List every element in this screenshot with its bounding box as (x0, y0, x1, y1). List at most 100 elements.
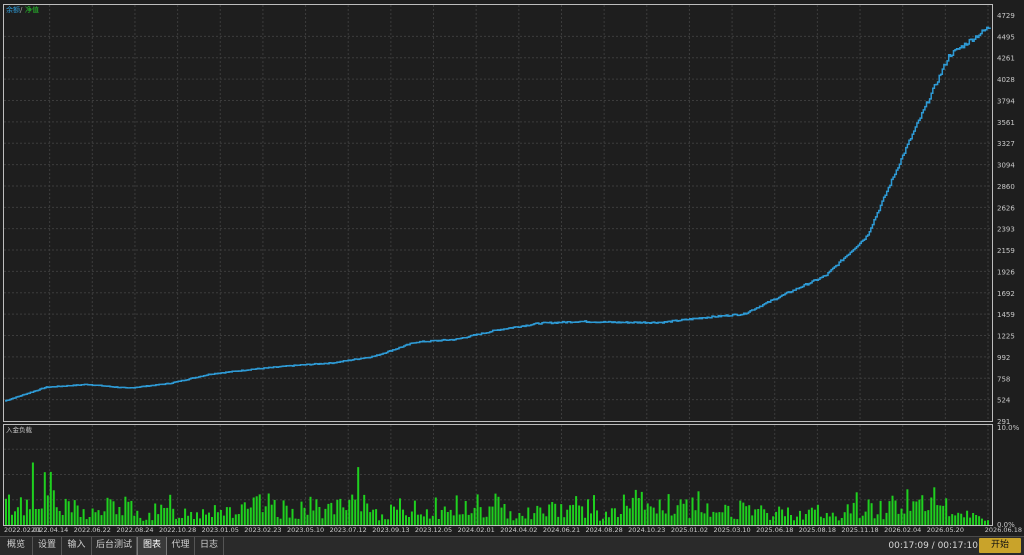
deposit-load-bar (718, 512, 721, 525)
deposit-load-bar (619, 514, 622, 525)
tab-backtest[interactable]: 后台测试 (92, 537, 137, 555)
deposit-load-bar (202, 509, 204, 525)
deposit-load-bar (903, 513, 906, 525)
deposit-load-bar (88, 517, 91, 525)
deposit-load-bar (282, 500, 285, 525)
deposit-load-bar (870, 503, 873, 525)
deposit-load-bar (515, 518, 518, 525)
tab-journal[interactable]: 日志 (195, 537, 224, 555)
x-tick-label: 2024.04.02 (500, 526, 537, 534)
x-tick-label: 2023.01.05 (202, 526, 239, 534)
deposit-load-bar (781, 509, 784, 525)
deposit-load-bar (437, 519, 440, 525)
tab-agents[interactable]: 代理 (167, 537, 195, 555)
deposit-load-bar (249, 507, 252, 525)
tab-overview[interactable]: 概览 (0, 537, 33, 555)
deposit-load-bar (634, 489, 637, 525)
start-button[interactable]: 开始 (979, 538, 1021, 553)
deposit-load-bar (819, 516, 822, 525)
deposit-load-bar (790, 515, 792, 525)
deposit-load-bar (590, 513, 592, 525)
deposit-load-bar (211, 517, 213, 525)
deposit-load-bar (882, 519, 885, 525)
deposit-load-bar (464, 501, 467, 525)
deposit-load-bar (646, 503, 649, 525)
deposit-load-bar (864, 511, 867, 525)
deposit-load-bar (697, 491, 700, 525)
tab-settings[interactable]: 设置 (33, 537, 62, 555)
deposit-load-bar (154, 503, 157, 525)
deposit-load-bar (61, 515, 64, 525)
deposit-load-bar (55, 507, 58, 525)
deposit-load-bar (73, 500, 76, 525)
y-tick-label: 2393 (997, 226, 1015, 234)
deposit-load-bar (778, 506, 781, 525)
deposit-load-bar (951, 514, 954, 525)
deposit-load-bar (279, 518, 282, 525)
deposit-load-bar (118, 507, 121, 525)
deposit-load-bar (351, 494, 354, 525)
deposit-load-bar (336, 499, 339, 525)
deposit-load-bar (243, 502, 246, 525)
deposit-load-bar (661, 510, 664, 525)
deposit-load-bar (631, 497, 634, 525)
deposit-load-bar (94, 512, 97, 525)
deposit-load-bar (264, 506, 267, 525)
x-tick-label: 2023.12.05 (415, 526, 452, 534)
deposit-load-bar (405, 515, 407, 525)
deposit-load-bar (542, 513, 545, 525)
deposit-load-bar (664, 513, 667, 525)
deposit-load-bar (891, 495, 894, 525)
deposit-load-bar (861, 515, 864, 525)
deposit-load-bar (524, 518, 527, 525)
y-tick-label: 1459 (997, 311, 1015, 319)
deposit-load-bar (945, 498, 948, 525)
deposit-load-bar (963, 517, 966, 525)
deposit-load-bar (100, 515, 103, 525)
deposit-load-bar (858, 518, 861, 525)
deposit-load-bar (885, 512, 888, 525)
deposit-load-bar (533, 513, 536, 525)
deposit-load-bar (643, 509, 646, 525)
tab-graph[interactable]: 图表 (137, 537, 167, 555)
deposit-load-bar (557, 516, 560, 525)
deposit-load-bar (655, 513, 658, 525)
y-tick-label: 1692 (997, 290, 1015, 298)
deposit-load-bar (987, 520, 989, 525)
deposit-load-bar (428, 518, 431, 525)
deposit-load-bar (91, 508, 94, 525)
deposit-load-bar (467, 514, 470, 525)
y-tick-label: 3561 (997, 119, 1015, 127)
deposit-load-bar (548, 504, 551, 525)
deposit-load-bar (673, 513, 676, 525)
tab-inputs[interactable]: 输入 (62, 537, 92, 555)
deposit-load-bar (16, 507, 19, 525)
legend-balance: 余额 (6, 5, 20, 14)
x-tick-label: 2024.10.23 (628, 526, 665, 534)
deposit-load-bar (67, 501, 70, 525)
deposit-load-bar (494, 493, 497, 525)
deposit-load-bar (888, 501, 891, 525)
legend-equity: 净值 (25, 5, 39, 14)
deposit-load-bar (82, 509, 85, 525)
deposit-load-bar (784, 516, 786, 525)
deposit-load-bar (169, 494, 172, 525)
deposit-load-bar (560, 504, 563, 525)
deposit-load-bar (536, 505, 539, 525)
deposit-load-bar (482, 517, 485, 525)
deposit-load-bar (19, 497, 22, 525)
y-tick-label: 2860 (997, 183, 1015, 191)
deposit-load-bar (76, 505, 79, 525)
deposit-load-bar (581, 506, 584, 525)
x-tick-label: 2023.09.13 (372, 526, 409, 534)
deposit-load-bar (14, 511, 16, 525)
deposit-load-bar (751, 515, 754, 525)
deposit-load-bar (333, 514, 336, 525)
deposit-load-bar (366, 503, 369, 525)
deposit-load-bar (709, 516, 712, 525)
deposit-load-bar (512, 520, 515, 525)
deposit-load-bar (566, 509, 569, 525)
deposit-load-bar (8, 494, 10, 525)
deposit-load-bar (410, 511, 413, 525)
deposit-load-bar (658, 499, 661, 525)
